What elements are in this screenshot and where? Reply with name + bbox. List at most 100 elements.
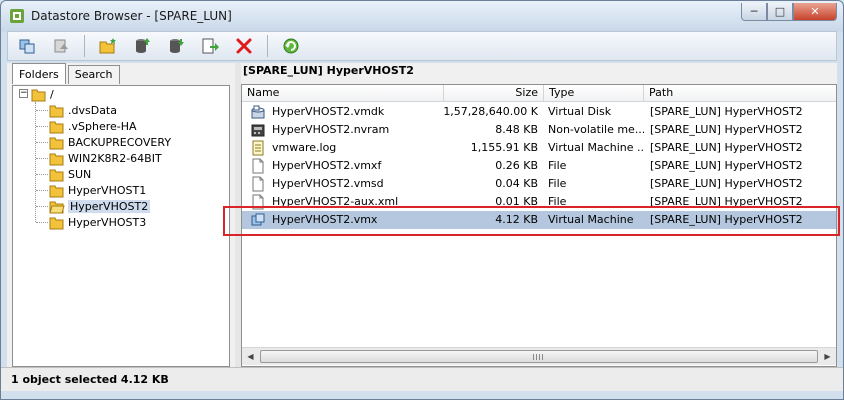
column-header-path[interactable]: Path	[644, 85, 836, 102]
file-type: Virtual Machine ...	[548, 141, 644, 154]
folder-tree: − / .dvsData .vSphere-HA BACKUPRECOVERY …	[12, 85, 230, 367]
upload-file-button[interactable]	[129, 34, 155, 58]
file-icon	[252, 176, 264, 192]
title-bar[interactable]: Datastore Browser - [SPARE_LUN] ─ □ ✕	[1, 1, 843, 31]
file-type: File	[548, 177, 567, 190]
tree-item-label: .vSphere-HA	[68, 119, 137, 133]
new-folder-icon	[99, 38, 116, 54]
folder-icon	[49, 137, 64, 149]
tree-item-dvsdata[interactable]: .dvsData	[49, 102, 117, 118]
file-name: HyperVHOST2.vmsd	[272, 177, 384, 190]
toolbar	[7, 31, 837, 61]
scrollbar-thumb[interactable]	[260, 350, 818, 363]
tree-item-label: BACKUPRECOVERY	[68, 135, 172, 149]
tree-item-label: .dvsData	[68, 103, 117, 117]
file-name: vmware.log	[272, 141, 337, 154]
datastore-browser-button[interactable]	[14, 34, 40, 58]
table-row[interactable]: HyperVHOST2.nvram 8.48 KB Non-volatile m…	[242, 121, 836, 139]
table-row[interactable]: HyperVHOST2.vmdk 1,57,28,640.00 K Virtua…	[242, 103, 836, 121]
download-file-button[interactable]	[163, 34, 189, 58]
tree-item-backuprecovery[interactable]: BACKUPRECOVERY	[49, 134, 171, 150]
maximize-button[interactable]: □	[767, 3, 793, 21]
file-name: HyperVHOST2.vmdk	[272, 105, 385, 118]
folder-icon	[49, 105, 64, 117]
register-icon	[202, 38, 219, 54]
datastore-browser-window: Datastore Browser - [SPARE_LUN] ─ □ ✕ Fo…	[0, 0, 844, 400]
column-header-type[interactable]: Type	[544, 85, 644, 102]
file-path: [SPARE_LUN] HyperVHOST2	[650, 123, 803, 136]
delete-icon	[236, 38, 252, 54]
file-name: HyperVHOST2.nvram	[272, 123, 390, 136]
log-file-icon	[252, 140, 264, 156]
column-header-size[interactable]: Size	[444, 85, 544, 102]
scroll-right-arrow-icon[interactable]: ▶	[819, 348, 836, 365]
tree-item-sun[interactable]: SUN	[49, 166, 91, 182]
collapse-expander[interactable]: −	[19, 89, 28, 98]
refresh-icon	[283, 38, 299, 54]
file-icon	[252, 158, 264, 174]
tab-folders[interactable]: Folders	[12, 63, 66, 84]
upload-icon	[54, 39, 68, 53]
status-text: 1 object selected 4.12 KB	[11, 373, 169, 386]
tree-item-win2k8r2[interactable]: WIN2K8R2-64BIT	[49, 150, 162, 166]
file-path: [SPARE_LUN] HyperVHOST2	[650, 159, 803, 172]
current-path-header: [SPARE_LUN] HyperVHOST2	[243, 64, 414, 77]
file-type: File	[548, 159, 567, 172]
tree-item-hypervhost3[interactable]: HyperVHOST3	[49, 214, 146, 230]
file-path: [SPARE_LUN] HyperVHOST2	[650, 141, 803, 154]
tree-line	[35, 102, 36, 222]
file-path: [SPARE_LUN] HyperVHOST2	[650, 105, 803, 118]
annotation-highlight-box	[223, 206, 840, 236]
window-title: Datastore Browser - [SPARE_LUN]	[31, 9, 232, 23]
column-header-row: Name Size Type Path	[242, 85, 836, 102]
folder-icon	[49, 153, 64, 165]
pane-tabs: Folders Search	[12, 63, 120, 85]
tab-search[interactable]: Search	[67, 65, 120, 84]
horizontal-scrollbar[interactable]: ◀ ▶	[242, 347, 836, 365]
file-name: HyperVHOST2.vmxf	[272, 159, 382, 172]
nvram-icon	[251, 124, 265, 137]
new-folder-button[interactable]	[95, 34, 121, 58]
tree-item-label: HyperVHOST1	[68, 183, 147, 197]
scroll-left-arrow-icon[interactable]: ◀	[242, 348, 259, 365]
folder-icon	[49, 169, 64, 181]
register-vm-button[interactable]	[197, 34, 223, 58]
table-row[interactable]: HyperVHOST2.vmxf 0.26 KB File [SPARE_LUN…	[242, 157, 836, 175]
file-type: Non-volatile me...	[548, 123, 644, 136]
tree-item-root[interactable]: /	[31, 86, 54, 102]
folder-open-icon	[31, 89, 46, 101]
grip-icon	[533, 354, 543, 360]
file-size: 1,155.91 KB	[470, 141, 538, 154]
tree-item-hypervhost2[interactable]: HyperVHOST2	[49, 198, 151, 214]
disk-download-icon	[170, 39, 184, 53]
tree-item-hypervhost1[interactable]: HyperVHOST1	[49, 182, 146, 198]
tree-item-label: HyperVHOST2	[68, 199, 151, 213]
tree-item-label: /	[50, 87, 54, 101]
tree-item-label: HyperVHOST3	[68, 215, 147, 229]
file-size: 8.48 KB	[495, 123, 538, 136]
tree-item-label: WIN2K8R2-64BIT	[68, 151, 162, 165]
folder-icon	[49, 121, 64, 133]
app-icon	[10, 9, 24, 23]
table-row[interactable]: vmware.log 1,155.91 KB Virtual Machine .…	[242, 139, 836, 157]
toolbar-separator	[84, 35, 85, 57]
folder-open-icon	[49, 201, 65, 213]
minimize-button[interactable]: ─	[741, 3, 767, 21]
window-controls: ─ □ ✕	[741, 3, 837, 21]
file-path: [SPARE_LUN] HyperVHOST2	[650, 177, 803, 190]
file-size: 0.04 KB	[495, 177, 538, 190]
tree-item-label: SUN	[68, 167, 92, 181]
close-button[interactable]: ✕	[793, 3, 837, 21]
delete-button[interactable]	[231, 34, 257, 58]
refresh-button[interactable]	[278, 34, 304, 58]
folder-icon	[49, 185, 64, 197]
datastore-icon	[19, 39, 35, 54]
file-size: 0.26 KB	[495, 159, 538, 172]
file-size: 1,57,28,640.00 K	[443, 105, 538, 118]
tree-item-vsphere-ha[interactable]: .vSphere-HA	[49, 118, 137, 134]
status-bar: 1 object selected 4.12 KB	[1, 367, 843, 391]
upload-button-disabled[interactable]	[48, 34, 74, 58]
file-type: Virtual Disk	[548, 105, 612, 118]
table-row[interactable]: HyperVHOST2.vmsd 0.04 KB File [SPARE_LUN…	[242, 175, 836, 193]
column-header-name[interactable]: Name	[242, 85, 444, 102]
